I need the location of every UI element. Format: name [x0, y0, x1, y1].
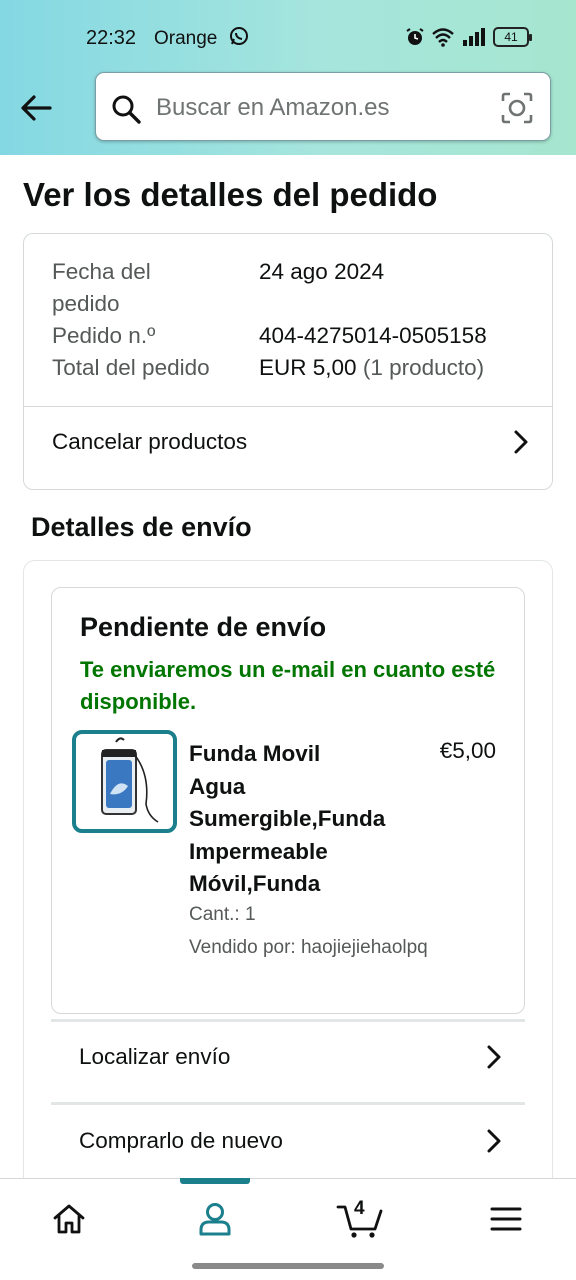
chevron-right-icon: [487, 1045, 501, 1069]
page-title: Ver los detalles del pedido: [23, 176, 438, 213]
track-shipment-link[interactable]: Localizar envío: [79, 1044, 503, 1070]
order-total-value: EUR 5,00 (1 producto): [259, 352, 484, 384]
order-date-label: Fecha del pedido: [52, 256, 151, 320]
gesture-home-bar[interactable]: [192, 1263, 384, 1269]
search-icon: [112, 95, 141, 124]
chevron-right-icon: [487, 1129, 501, 1153]
shipment-status: Pendiente de envío: [80, 612, 327, 642]
shipping-section-title: Detalles de envío: [31, 512, 252, 542]
divider: [51, 1019, 525, 1022]
chevron-right-icon: [514, 430, 528, 454]
waterproof-phone-case-image: [101, 737, 159, 823]
nav-home[interactable]: [39, 1197, 99, 1241]
shipment-box: Pendiente de envío Te enviaremos un e-ma…: [51, 587, 525, 1014]
status-time: 22:32: [86, 27, 137, 49]
order-summary-card: Fecha del pedido 24 ago 2024 Pedido n.º …: [23, 233, 553, 490]
order-date-label-line2: pedido: [52, 291, 120, 316]
divider: [51, 1102, 525, 1105]
product-title-line: Funda Movil: [189, 741, 321, 766]
user-icon: [199, 1203, 231, 1236]
product-quantity: Cant.: 1: [189, 904, 256, 925]
product-image[interactable]: [72, 730, 177, 833]
active-tab-indicator: [180, 1178, 250, 1184]
order-number-value: 404-4275014-0505158: [259, 323, 487, 348]
cancel-products-link[interactable]: Cancelar productos: [52, 429, 530, 455]
buy-again-link[interactable]: Comprarlo de nuevo: [79, 1128, 503, 1154]
status-carrier: Orange: [154, 28, 218, 49]
camera-search-icon[interactable]: [500, 91, 534, 125]
status-bar: 22:32 Orange 41: [0, 0, 576, 72]
order-total-items: (1 producto): [362, 355, 485, 380]
app-header: 22:32 Orange 41 Buscar en Amazon.es: [0, 0, 576, 155]
order-number-label: Pedido n.º: [52, 323, 156, 348]
order-date-label-line1: Fecha del: [52, 259, 151, 284]
signal-icon: [463, 28, 485, 46]
buy-again-label: Comprarlo de nuevo: [79, 1128, 283, 1153]
battery-level: 41: [504, 30, 518, 44]
product-title-line: Móvil,Funda: [189, 871, 321, 896]
hamburger-menu-icon: [490, 1207, 522, 1231]
nav-cart[interactable]: 4: [330, 1197, 390, 1241]
status-icons: 41: [405, 26, 532, 48]
order-total-amount: EUR 5,00: [259, 355, 357, 380]
home-icon: [53, 1204, 85, 1234]
product-title-line: Sumergible,Funda: [189, 806, 386, 831]
product-title-line: Impermeable: [189, 838, 328, 864]
wifi-icon: [432, 28, 454, 47]
cancel-products-label: Cancelar productos: [52, 429, 248, 454]
alarm-icon: [406, 28, 424, 45]
nav-menu[interactable]: [476, 1197, 536, 1241]
divider: [24, 406, 552, 407]
search-input[interactable]: [156, 91, 476, 125]
order-date-value: 24 ago 2024: [259, 259, 385, 284]
nav-account[interactable]: [185, 1197, 245, 1241]
whatsapp-icon: [230, 27, 248, 45]
product-price: €5,00: [439, 738, 496, 763]
product-seller: Vendido por: haojiejiehaolpq: [189, 937, 428, 958]
product-title[interactable]: Funda Movil Agua Sumergible,Funda Imperm…: [189, 738, 419, 901]
search-bar[interactable]: [95, 72, 551, 141]
product-title-line: Agua: [189, 773, 246, 799]
cart-count-badge: 4: [354, 1198, 365, 1219]
battery-icon: 41: [493, 27, 532, 47]
order-total-label: Total del pedido: [52, 355, 210, 380]
back-arrow-icon[interactable]: [16, 88, 56, 128]
track-shipment-label: Localizar envío: [79, 1044, 231, 1069]
shipment-message: Te enviaremos un e-mail en cuanto esté d…: [80, 657, 496, 714]
